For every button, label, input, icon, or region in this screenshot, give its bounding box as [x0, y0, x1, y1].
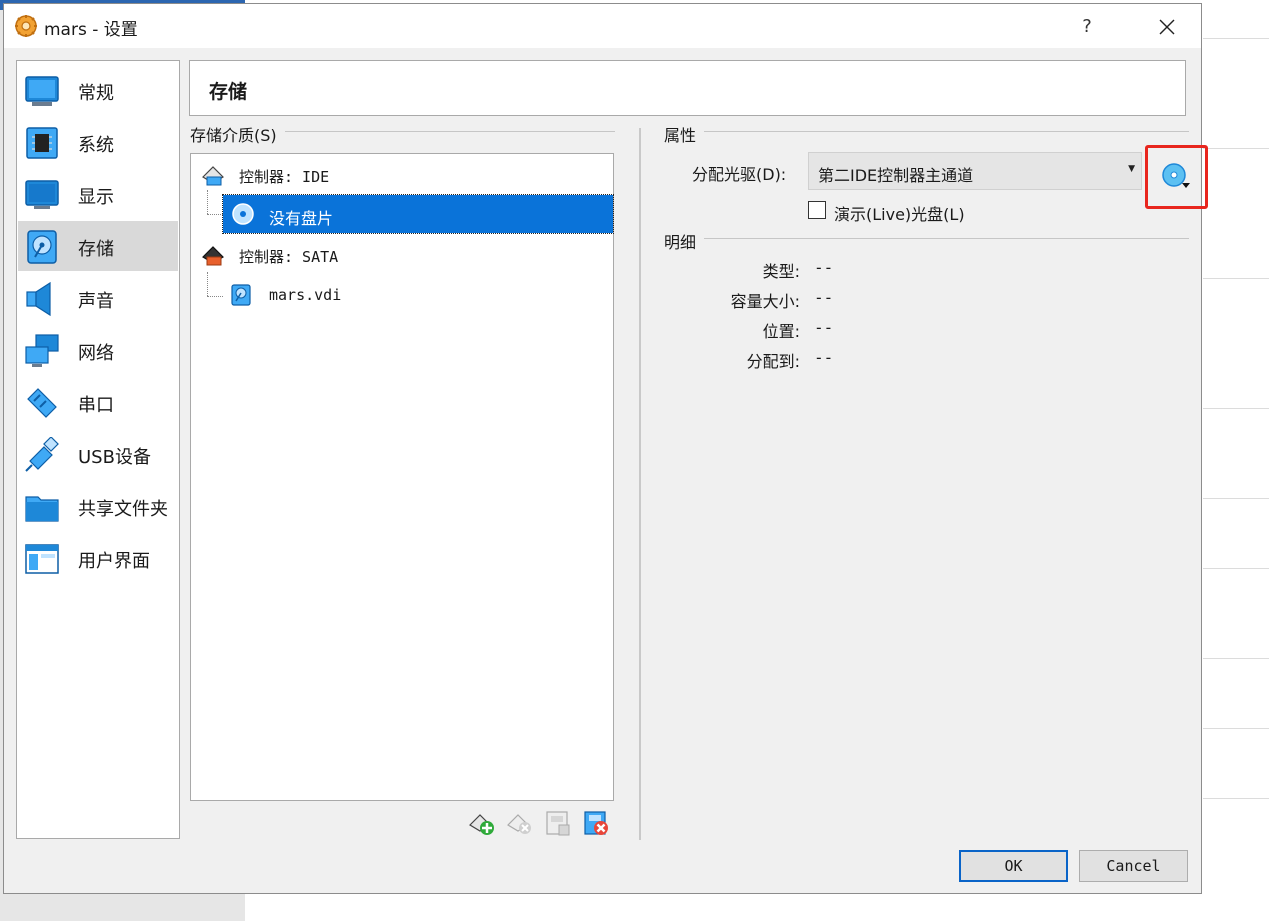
detail-location-value: --: [814, 318, 834, 337]
sidebar-item-label: 用户界面: [78, 551, 150, 572]
remove-controller-icon[interactable]: [506, 809, 534, 837]
title-bar[interactable]: mars - 设置 ?: [4, 4, 1201, 48]
add-attachment-icon[interactable]: [544, 809, 572, 837]
tree-item-label: 控制器: SATA: [239, 248, 339, 266]
background-divider: [1203, 498, 1269, 499]
tree-connector: [207, 296, 223, 297]
sidebar-item-label: 共享文件夹: [78, 499, 168, 520]
ide-controller-icon: [202, 166, 224, 186]
optical-drive-select[interactable]: 第二IDE控制器主通道 ▼: [808, 152, 1142, 190]
live-cd-label[interactable]: 演示(Live)光盘(L): [834, 201, 965, 225]
drive-label: 分配光驱(D):: [692, 165, 787, 184]
cancel-button[interactable]: Cancel: [1079, 850, 1188, 882]
window-title: mars - 设置: [44, 20, 138, 40]
settings-sidebar: 常规 系统 显示 存储 声音 网络 串口 USB设备 共享文件夹 用户界面: [16, 60, 180, 839]
sidebar-item-display[interactable]: 显示: [18, 169, 178, 219]
storage-disk-icon: [27, 230, 57, 264]
sidebar-item-user-interface[interactable]: 用户界面: [18, 533, 178, 583]
settings-dialog: mars - 设置 ? 常规 系统 显示 存储 声音 网络 串口 USB设备 共…: [3, 3, 1208, 894]
sata-controller-icon: [202, 246, 224, 266]
sidebar-item-system[interactable]: 系统: [18, 117, 178, 167]
attributes-group-label: 属性: [664, 122, 705, 146]
detail-type-label: 类型:: [762, 262, 800, 281]
panel-separator[interactable]: [639, 128, 641, 840]
close-icon[interactable]: [1144, 10, 1190, 44]
sidebar-item-usb[interactable]: USB设备: [18, 429, 178, 479]
optical-disc-icon: [232, 203, 254, 225]
tree-item-label: mars.vdi: [269, 286, 342, 304]
background-divider: [1203, 148, 1269, 149]
sidebar-item-serial[interactable]: 串口: [18, 377, 178, 427]
background-divider: [1203, 568, 1269, 569]
page-title: 存储: [209, 81, 248, 103]
remove-attachment-icon[interactable]: [582, 809, 610, 837]
background-divider: [1203, 728, 1269, 729]
sidebar-item-label: USB设备: [78, 447, 151, 468]
sidebar-item-storage[interactable]: 存储: [18, 221, 178, 271]
choose-disk-button[interactable]: [1145, 145, 1208, 209]
system-chip-icon: [26, 127, 58, 159]
live-cd-checkbox[interactable]: [808, 201, 826, 219]
detail-attached-label: 分配到:: [746, 352, 800, 371]
tree-item-label: 没有盘片: [269, 209, 334, 228]
sidebar-item-label: 常规: [78, 83, 114, 104]
sidebar-item-general[interactable]: 常规: [18, 65, 178, 115]
virtualbox-gear-icon: [15, 15, 37, 37]
tree-row-hard-disk[interactable]: mars.vdi: [225, 276, 611, 314]
storage-media-group-label: 存储介质(S): [190, 122, 285, 146]
detail-size-value: --: [814, 288, 834, 307]
shared-folder-icon: [25, 496, 59, 522]
tree-row-sata-controller[interactable]: 控制器: SATA: [191, 236, 611, 274]
usb-icon: [25, 437, 59, 472]
chevron-down-icon: ▼: [1128, 164, 1135, 174]
tree-connector: [207, 190, 208, 214]
sidebar-item-label: 存储: [78, 239, 114, 260]
group-divider: [664, 238, 1189, 239]
group-divider: [664, 131, 1189, 132]
sidebar-item-label: 网络: [78, 343, 114, 364]
sidebar-item-label: 系统: [78, 135, 114, 156]
general-monitor-icon: [25, 76, 59, 106]
sidebar-item-audio[interactable]: 声音: [18, 273, 178, 323]
background-divider: [1203, 38, 1269, 39]
optical-drive-select-value: 第二IDE控制器主通道: [818, 166, 974, 185]
optical-disc-icon: [1162, 163, 1190, 188]
sidebar-item-network[interactable]: 网络: [18, 325, 178, 375]
tree-item-label: 控制器: IDE: [239, 168, 330, 186]
serial-port-icon: [27, 388, 57, 418]
sidebar-item-shared-folders[interactable]: 共享文件夹: [18, 481, 178, 531]
background-divider: [1203, 798, 1269, 799]
page-header: 存储: [189, 60, 1186, 116]
background-divider: [1203, 408, 1269, 409]
hard-disk-icon: [231, 284, 251, 306]
tree-row-empty-drive[interactable]: 没有盘片: [222, 194, 614, 234]
sidebar-item-label: 串口: [78, 395, 114, 416]
detail-type-value: --: [814, 258, 834, 277]
add-controller-icon[interactable]: [468, 809, 496, 837]
storage-tree[interactable]: 控制器: IDE 没有盘片 控制器: SATA mars.vdi: [190, 153, 614, 801]
network-icon: [25, 334, 59, 367]
background-divider: [1203, 658, 1269, 659]
detail-location-label: 位置:: [762, 322, 800, 341]
detail-size-label: 容量大小:: [730, 292, 800, 311]
help-button[interactable]: ?: [1064, 10, 1110, 44]
ok-button[interactable]: OK: [959, 850, 1068, 882]
speaker-icon: [26, 281, 51, 317]
tree-connector: [207, 272, 208, 296]
background-divider: [1203, 278, 1269, 279]
detail-attached-value: --: [814, 348, 834, 367]
sidebar-item-label: 声音: [78, 291, 114, 312]
display-monitor-icon: [25, 180, 59, 209]
details-group-label: 明细: [664, 229, 705, 253]
tree-row-ide-controller[interactable]: 控制器: IDE: [191, 156, 611, 194]
sidebar-item-label: 显示: [78, 187, 114, 208]
user-interface-icon: [25, 544, 59, 574]
tree-connector: [207, 214, 223, 215]
